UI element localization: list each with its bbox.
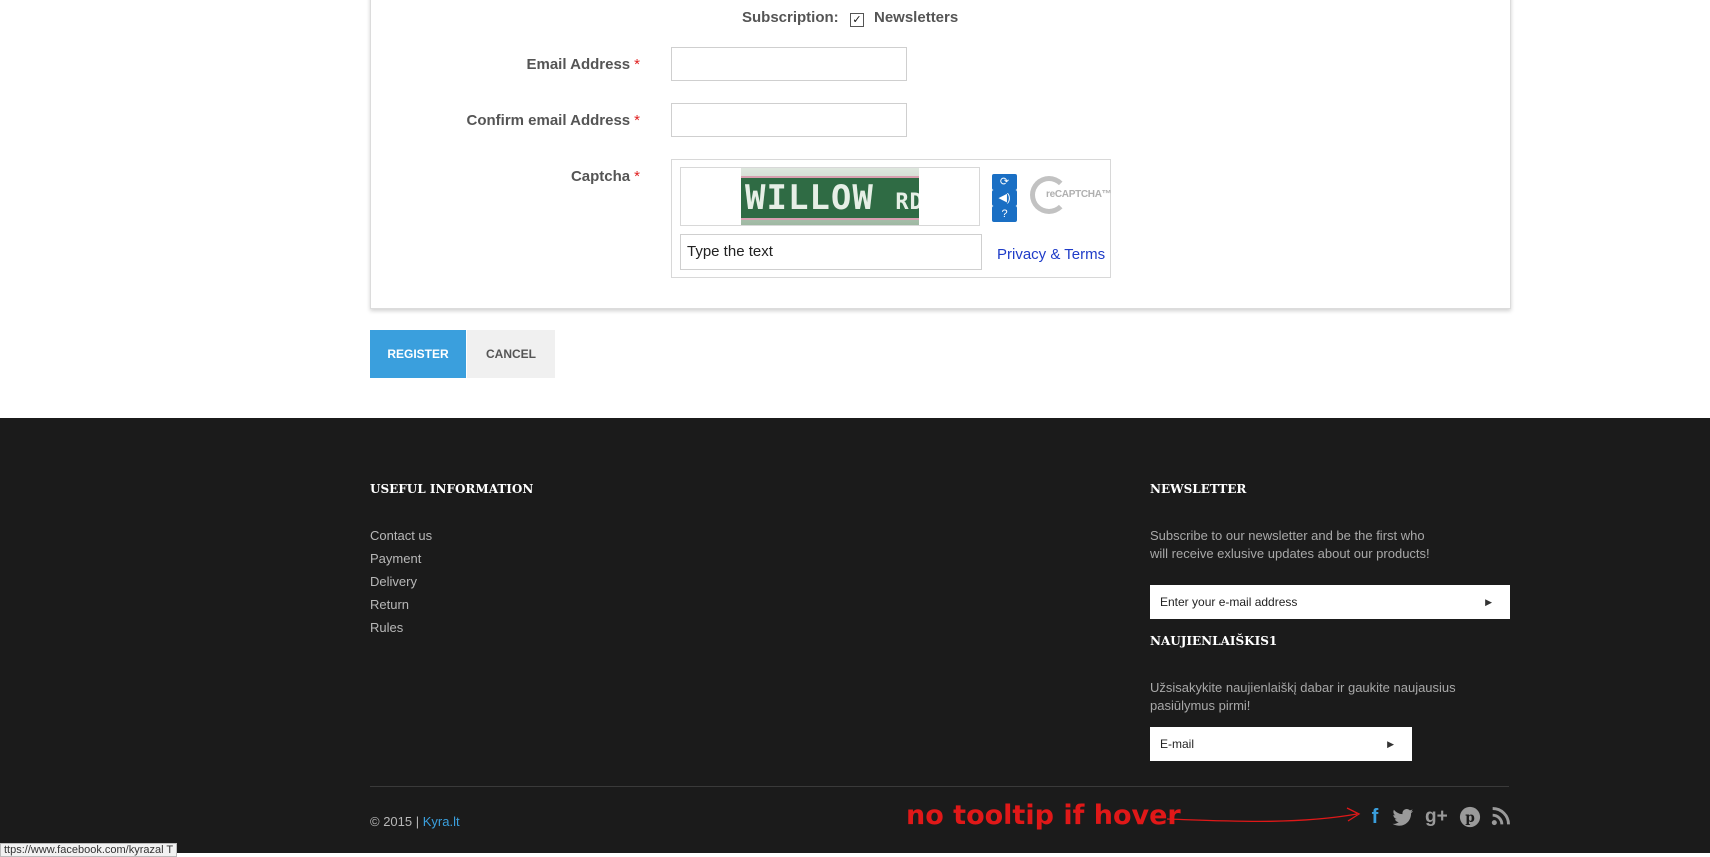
- rss-icon[interactable]: [1490, 806, 1512, 830]
- annotation-note: no tooltip if hover: [906, 800, 1181, 831]
- newsletter-email-input[interactable]: Enter your e-mail address ▶: [1150, 585, 1510, 619]
- captcha-label-text: Captcha: [570, 168, 631, 185]
- captcha-label: Captcha *: [520, 168, 640, 185]
- footer-link-contact[interactable]: Contact us: [370, 528, 432, 543]
- required-asterisk: *: [634, 168, 640, 185]
- copyright-text: © 2015 |: [370, 814, 420, 829]
- annotation-arrow: [1166, 807, 1361, 823]
- captcha-image-sign: WILLOW RD: [741, 176, 919, 220]
- facebook-icon[interactable]: f: [1364, 806, 1386, 830]
- newsletter2-email-placeholder: E-mail: [1160, 737, 1195, 751]
- footer-divider: [370, 786, 1509, 787]
- cancel-button[interactable]: CANCEL: [467, 330, 555, 378]
- refresh-icon[interactable]: ⟳: [992, 174, 1017, 190]
- newsletter-email-placeholder: Enter your e-mail address: [1160, 595, 1298, 609]
- confirm-email-label: Confirm email Address *: [440, 112, 641, 129]
- help-icon[interactable]: ?: [992, 206, 1017, 222]
- recaptcha-widget: WILLOW RD ⟳ ◀) ? reCAPTCHA™ Type the tex…: [671, 159, 1112, 278]
- browser-status-url: ttps://www.facebook.com/kyrazal T: [0, 843, 178, 857]
- footer-link-delivery[interactable]: Delivery: [370, 574, 417, 589]
- footer-link-return[interactable]: Return: [370, 597, 409, 612]
- newsletters-checkbox[interactable]: ✓: [850, 13, 864, 27]
- audio-icon[interactable]: ◀): [992, 190, 1017, 206]
- brand-link[interactable]: Kyra.lt: [423, 814, 460, 829]
- newsletter-heading: NEWSLETTER: [1150, 482, 1247, 496]
- recaptcha-logo: reCAPTCHA™: [1030, 176, 1112, 216]
- submit-arrow-icon[interactable]: ▶: [1387, 727, 1394, 761]
- footer: [0, 418, 1710, 853]
- email-address-label: Email Address *: [520, 56, 641, 73]
- captcha-image-frame: WILLOW RD: [680, 167, 980, 226]
- email-address-label-text: Email Address: [526, 56, 631, 73]
- subscription-label: Subscription:: [742, 9, 839, 26]
- required-asterisk: *: [634, 112, 640, 129]
- required-asterisk: *: [634, 56, 640, 73]
- confirm-email-label-text: Confirm email Address: [466, 112, 631, 129]
- register-button[interactable]: REGISTER: [370, 330, 466, 378]
- pinterest-icon[interactable]: p: [1459, 806, 1481, 830]
- twitter-icon[interactable]: [1392, 806, 1414, 830]
- newsletters-checkbox-label[interactable]: Newsletters: [874, 9, 958, 26]
- privacy-terms-link[interactable]: Privacy & Terms: [997, 246, 1105, 263]
- captcha-response-input[interactable]: Type the text: [680, 234, 982, 270]
- newsletter-description: Subscribe to our newsletter and be the f…: [1150, 528, 1430, 561]
- svg-text:p: p: [1465, 810, 1475, 826]
- google-plus-icon[interactable]: g+: [1425, 806, 1448, 830]
- newsletter2-email-input[interactable]: E-mail ▶: [1150, 727, 1412, 761]
- copyright: © 2015 | Kyra.lt: [370, 814, 460, 829]
- email-field[interactable]: [671, 47, 907, 81]
- newsletter2-description: Užsisakykite naujienlaiškį dabar ir gauk…: [1150, 680, 1456, 713]
- captcha-image: WILLOW RD: [741, 168, 919, 225]
- footer-link-payment[interactable]: Payment: [370, 551, 421, 566]
- footer-link-rules[interactable]: Rules: [370, 620, 403, 635]
- newsletter2-heading: NAUJIENLAIŠKIS1: [1150, 634, 1278, 648]
- captcha-image-text: WILLOW: [745, 178, 874, 218]
- confirm-email-field[interactable]: [671, 103, 907, 137]
- captcha-image-text-small: RD: [895, 190, 919, 215]
- recaptcha-logo-text: reCAPTCHA™: [1046, 189, 1112, 200]
- useful-information-heading: USEFUL INFORMATION: [370, 482, 534, 496]
- submit-arrow-icon[interactable]: ▶: [1485, 585, 1492, 619]
